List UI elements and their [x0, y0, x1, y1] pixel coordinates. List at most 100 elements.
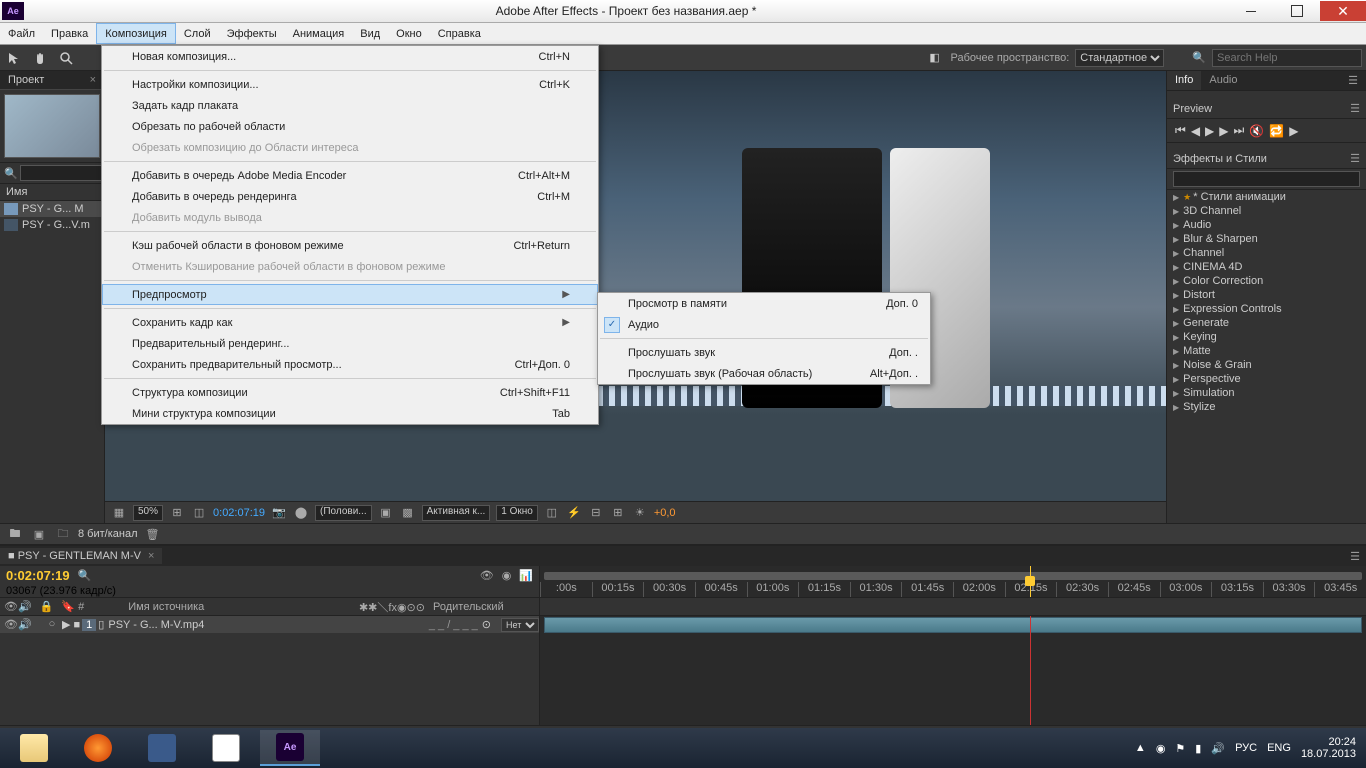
layer-clip[interactable] [544, 617, 1362, 633]
submenu-item[interactable]: ✓Аудио [598, 314, 930, 335]
parent-pick-icon[interactable]: ⊙ [482, 618, 491, 631]
menu-item[interactable]: Обрезать по рабочей области [102, 116, 598, 137]
interpret-icon[interactable]: 🖿 [6, 526, 24, 542]
menu-item[interactable]: Добавить в очередь Adobe Media EncoderCt… [102, 165, 598, 186]
menu-view[interactable]: Вид [352, 23, 388, 44]
tray-up-icon[interactable]: ▲ [1135, 742, 1146, 754]
tray-network-icon[interactable]: ▮ [1195, 742, 1201, 755]
menu-item[interactable]: Добавить в очередь рендерингаCtrl+M [102, 186, 598, 207]
preview-tab[interactable]: Preview [1173, 103, 1212, 115]
av-column-icon[interactable]: 👁🔊 [0, 600, 36, 613]
timeline-timecode[interactable]: 0:02:07:19 [6, 568, 70, 583]
tray-clock[interactable]: 20:24 18.07.2013 [1301, 736, 1356, 760]
taskbar-firefox[interactable] [68, 730, 128, 766]
menu-item[interactable]: Новая композиция...Ctrl+N [102, 46, 598, 67]
prev-frame-button[interactable]: ◀ [1191, 124, 1200, 138]
close-tab-icon[interactable]: × [148, 550, 154, 562]
effect-category[interactable]: Noise & Grain [1167, 358, 1366, 372]
menu-layer[interactable]: Слой [176, 23, 219, 44]
reset-exposure-icon[interactable]: ☀ [632, 505, 648, 521]
quality-dropdown[interactable]: (Полови... [315, 505, 372, 521]
pixel-icon[interactable]: ◫ [544, 505, 560, 521]
region-icon[interactable]: ▣ [378, 505, 394, 521]
zoom-tool-icon[interactable] [56, 48, 76, 68]
taskbar-app2[interactable] [196, 730, 256, 766]
menu-item[interactable]: Сохранить кадр как▶ [102, 312, 598, 333]
first-frame-button[interactable]: ⏮ [1175, 123, 1186, 138]
time-ruler[interactable]: :00s00:15s00:30s00:45s01:00s01:15s01:30s… [540, 566, 1366, 597]
effect-category[interactable]: Channel [1167, 246, 1366, 260]
submenu-item[interactable]: Прослушать звук (Рабочая область)Alt+Доп… [598, 363, 930, 384]
panel-menu-icon[interactable]: ☰ [1350, 550, 1360, 563]
menu-item[interactable]: Структура композицииCtrl+Shift+F11 [102, 382, 598, 403]
timeline-search-icon[interactable]: 🔍 [78, 569, 92, 582]
snapshot-icon[interactable]: ◧ [925, 48, 945, 68]
effect-category[interactable]: CINEMA 4D [1167, 260, 1366, 274]
close-button[interactable]: ✕ [1320, 1, 1366, 21]
menu-item[interactable]: Сохранить предварительный просмотр...Ctr… [102, 354, 598, 375]
parent-select[interactable]: Нет [501, 618, 539, 632]
timeline-tab[interactable]: ■ PSY - GENTLEMAN M-V × [0, 548, 162, 564]
layer-name[interactable]: PSY - G... M-V.mp4 [104, 619, 208, 631]
parent-column[interactable]: Родительский [429, 601, 539, 613]
new-folder-icon[interactable]: 🗀 [54, 526, 72, 542]
effect-category[interactable]: ★* Стили анимации [1167, 190, 1366, 204]
color-icon[interactable]: ⬤ [293, 505, 309, 521]
effect-category[interactable]: Keying [1167, 330, 1366, 344]
taskbar-app1[interactable] [132, 730, 192, 766]
project-column-name[interactable]: Имя [0, 184, 104, 201]
camera-dropdown[interactable]: Активная к... [422, 505, 491, 521]
effects-tab[interactable]: Эффекты и Стили [1173, 153, 1267, 165]
menu-window[interactable]: Окно [388, 23, 430, 44]
project-item[interactable]: PSY - G...V.m [0, 217, 104, 233]
panel-close-icon[interactable]: × [90, 74, 96, 86]
effect-category[interactable]: Simulation [1167, 386, 1366, 400]
lock-toggle-icon[interactable]: ○ [46, 618, 58, 631]
menu-item[interactable]: Предварительный рендеринг... [102, 333, 598, 354]
work-area-bar[interactable] [544, 572, 1362, 580]
bpc-button[interactable]: 8 бит/канал [78, 528, 138, 540]
effect-category[interactable]: Audio [1167, 218, 1366, 232]
submenu-item[interactable]: Просмотр в памятиДоп. 0 [598, 293, 930, 314]
effect-category[interactable]: Generate [1167, 316, 1366, 330]
panel-menu-icon[interactable]: ☰ [1350, 152, 1360, 165]
graph-icon[interactable]: 📊 [519, 569, 533, 582]
panel-menu-icon[interactable]: ☰ [1340, 71, 1366, 90]
menu-help[interactable]: Справка [430, 23, 489, 44]
shy-icon[interactable]: 👁 [480, 569, 494, 582]
audio-toggle-icon[interactable]: 🔊 [18, 618, 30, 631]
exposure-value[interactable]: +0,0 [654, 507, 676, 519]
menu-effects[interactable]: Эффекты [219, 23, 285, 44]
selection-tool-icon[interactable] [4, 48, 24, 68]
maximize-button[interactable] [1274, 1, 1320, 21]
taskbar-explorer[interactable] [4, 730, 64, 766]
timeline-track-area[interactable] [540, 616, 1366, 725]
effect-category[interactable]: 3D Channel [1167, 204, 1366, 218]
delete-icon[interactable]: 🗑 [144, 526, 162, 542]
tray-lang2[interactable]: ENG [1267, 742, 1291, 754]
ram-preview-button[interactable]: ▶ [1289, 124, 1298, 138]
transparency-icon[interactable]: ▩ [400, 505, 416, 521]
lock-column-icon[interactable]: 🔒 [36, 600, 58, 613]
motion-blur-icon[interactable]: ◉ [502, 569, 512, 582]
menu-composition[interactable]: Композиция [96, 23, 176, 44]
menu-item[interactable]: Кэш рабочей области в фоновом режимеCtrl… [102, 235, 598, 256]
play-button[interactable]: ▶ [1205, 124, 1214, 138]
next-frame-button[interactable]: ▶ [1219, 124, 1228, 138]
flowchart-icon[interactable]: ⊞ [610, 505, 626, 521]
project-tab[interactable]: Проект [8, 74, 44, 86]
menu-edit[interactable]: Правка [43, 23, 96, 44]
last-frame-button[interactable]: ⏭ [1234, 123, 1245, 138]
effects-search-input[interactable] [1173, 171, 1360, 187]
resolution-icon[interactable]: ⊞ [169, 505, 185, 521]
menu-item[interactable]: Задать кадр плаката [102, 95, 598, 116]
menu-file[interactable]: Файл [0, 23, 43, 44]
effect-category[interactable]: Distort [1167, 288, 1366, 302]
hand-tool-icon[interactable] [30, 48, 50, 68]
zoom-dropdown[interactable]: 50% [133, 505, 163, 521]
timeline-icon[interactable]: ⊟ [588, 505, 604, 521]
search-help-input[interactable] [1212, 49, 1362, 67]
tray-lang1[interactable]: РУС [1235, 742, 1257, 754]
menu-animation[interactable]: Анимация [285, 23, 353, 44]
new-comp-icon[interactable]: ▣ [30, 526, 48, 542]
